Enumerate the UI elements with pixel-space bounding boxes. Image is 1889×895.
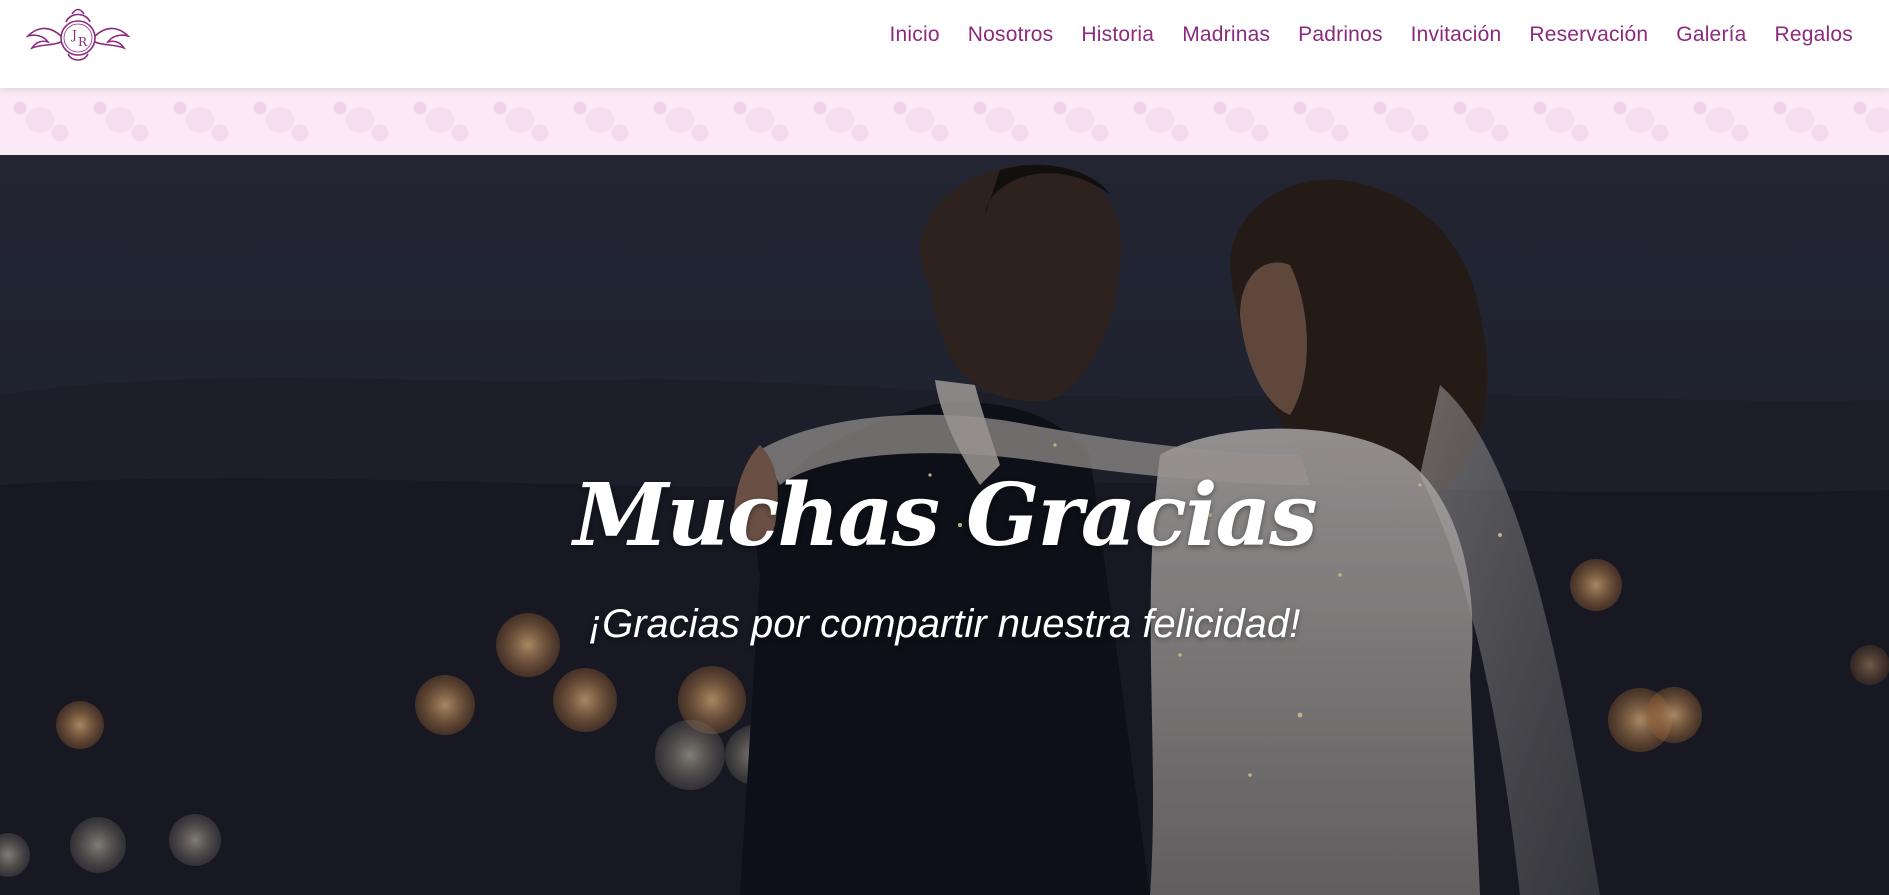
monogram-logo[interactable]: J R: [18, 6, 138, 66]
nav-link-nosotros[interactable]: Nosotros: [954, 23, 1068, 47]
nav-link-reservacion[interactable]: Reservación: [1515, 23, 1662, 47]
nav-link-padrinos[interactable]: Padrinos: [1284, 23, 1396, 47]
hero-section: Muchas Gracias ¡Gracias por compartir nu…: [0, 155, 1889, 895]
nav-link-inicio[interactable]: Inicio: [876, 23, 954, 47]
svg-text:R: R: [78, 35, 88, 49]
nav-link-madrinas[interactable]: Madrinas: [1168, 23, 1284, 47]
monogram-logo-icon: J R: [25, 8, 131, 61]
hero-subtitle: ¡Gracias por compartir nuestra felicidad…: [588, 602, 1301, 646]
nav-link-invitacion[interactable]: Invitación: [1397, 23, 1516, 47]
damask-pattern-band: [0, 88, 1889, 155]
svg-text:J: J: [70, 28, 77, 42]
nav-link-regalos[interactable]: Regalos: [1761, 23, 1867, 47]
nav-link-galeria[interactable]: Galería: [1662, 23, 1760, 47]
top-navbar: J R Inicio Nosotros Historia Madrinas Pa…: [0, 0, 1889, 88]
main-nav: Inicio Nosotros Historia Madrinas Padrin…: [876, 0, 1867, 70]
hero-title: Muchas Gracias: [573, 465, 1317, 566]
nav-link-historia[interactable]: Historia: [1067, 23, 1168, 47]
